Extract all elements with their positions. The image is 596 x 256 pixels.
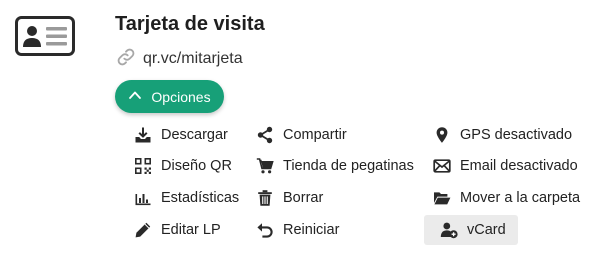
menu-item-label: Tienda de pegatinas — [283, 158, 414, 174]
page-title: Tarjeta de visita — [115, 13, 265, 35]
qr-code-icon — [134, 157, 152, 175]
envelope-icon — [433, 157, 451, 175]
link-icon — [116, 47, 136, 72]
menu-item-label: vCard — [467, 222, 506, 238]
menu-item-vcard[interactable]: vCard — [424, 215, 518, 245]
pencil-icon — [134, 221, 152, 239]
menu-item-label: Borrar — [283, 190, 324, 206]
menu-item-email-desactivado[interactable]: Email desactivado — [433, 151, 578, 181]
menu-item-label: Email desactivado — [460, 158, 578, 174]
short-url[interactable]: qr.vc/mitarjeta — [116, 48, 243, 70]
short-url-text[interactable]: qr.vc/mitarjeta — [143, 50, 243, 68]
options-button[interactable]: Opciones — [115, 80, 224, 113]
menu-item-label: Compartir — [283, 127, 347, 143]
menu-item-compartir[interactable]: Compartir — [256, 120, 347, 150]
menu-item-label: Estadísticas — [161, 190, 240, 206]
menu-item-label: Descargar — [161, 127, 228, 143]
bar-chart-icon — [134, 189, 152, 207]
undo-icon — [256, 221, 274, 239]
menu-item-editar-lp[interactable]: Editar LP — [134, 215, 221, 245]
share-icon — [256, 126, 274, 144]
menu-item-descargar[interactable]: Descargar — [134, 120, 228, 150]
user-plus-icon — [440, 221, 458, 239]
menu-item-label: Diseño QR — [161, 158, 232, 174]
menu-item-borrar[interactable]: Borrar — [256, 183, 323, 213]
menu-item-mover-a-la-carpeta[interactable]: Mover a la carpeta — [433, 183, 580, 213]
menu-item-diseno-qr[interactable]: Diseño QR — [134, 151, 232, 181]
menu-item-gps-desactivado[interactable]: GPS desactivado — [433, 120, 572, 150]
cart-icon — [256, 157, 274, 175]
folder-open-icon — [433, 189, 451, 207]
download-icon — [134, 126, 152, 144]
menu-item-label: GPS desactivado — [460, 127, 573, 143]
chevron-up-icon — [128, 88, 142, 105]
menu-item-reiniciar[interactable]: Reiniciar — [256, 215, 339, 245]
menu-item-label: Editar LP — [161, 222, 221, 238]
options-button-label: Opciones — [151, 88, 211, 105]
map-pin-icon — [433, 126, 451, 144]
trash-icon — [256, 189, 274, 207]
menu-item-tienda-de-pegatinas[interactable]: Tienda de pegatinas — [256, 151, 414, 181]
id-card-icon — [15, 16, 75, 56]
menu-item-estadisticas[interactable]: Estadísticas — [134, 183, 239, 213]
menu-item-label: Mover a la carpeta — [460, 190, 581, 206]
menu-item-label: Reiniciar — [283, 222, 340, 238]
